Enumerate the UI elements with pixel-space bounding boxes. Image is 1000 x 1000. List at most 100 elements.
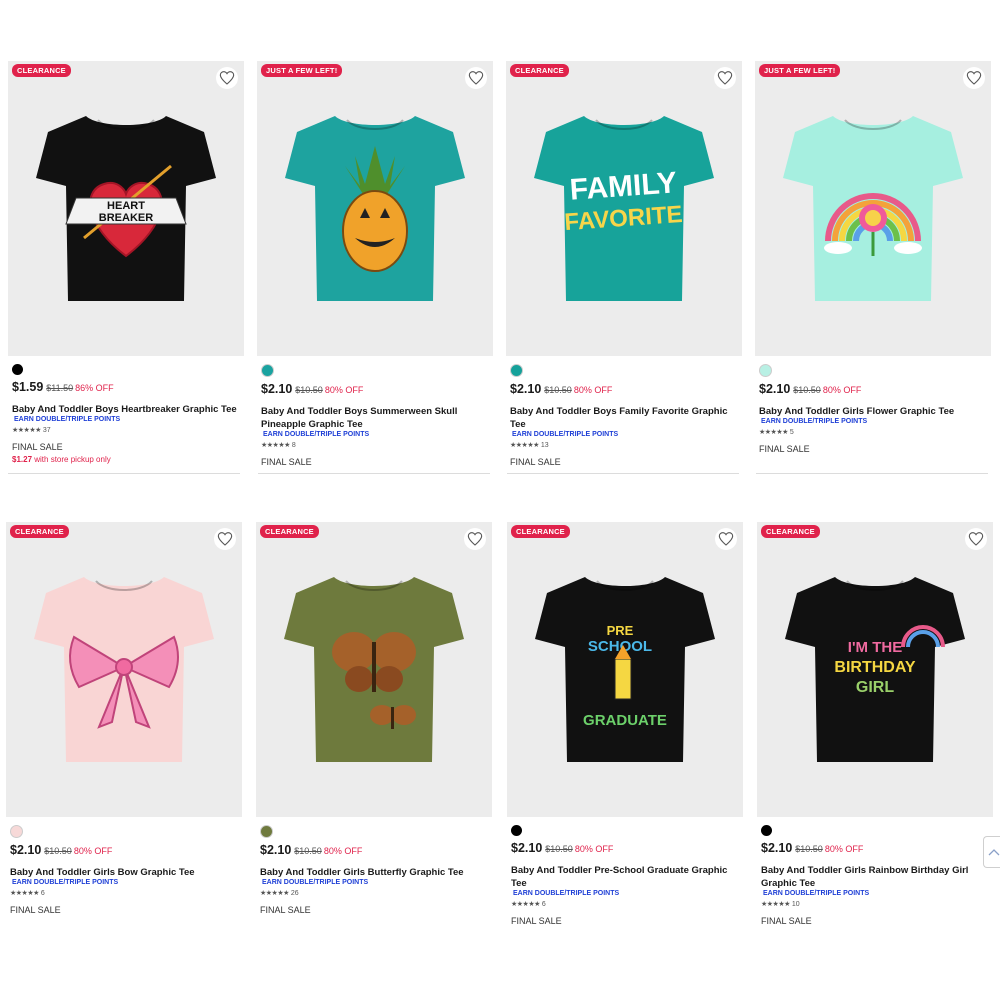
product-card[interactable]: CLEARANCE PRE SCHOOL GRADUATE $2.10 $10.50 80%…	[507, 522, 743, 926]
wishlist-heart-icon[interactable]	[715, 528, 737, 550]
product-card[interactable]: CLEARANCE I'M THE BIRTHDAY GIRL $2.10 $10.50 8…	[757, 522, 993, 926]
tshirt-image	[783, 116, 963, 301]
row-divider	[507, 473, 739, 474]
price-row: $2.10 $10.50 80% OFF	[10, 843, 242, 857]
status-badge: CLEARANCE	[511, 525, 570, 538]
rating: ★★★★★ 6	[10, 889, 242, 897]
product-title[interactable]: Baby And Toddler Girls Flower Graphic Te…	[759, 405, 984, 418]
product-image[interactable]: CLEARANCE HEART BREAKER	[8, 61, 244, 356]
tshirt-image	[34, 577, 214, 762]
points-promo[interactable]: EARN DOUBLE/TRIPLE POINTS	[512, 431, 742, 438]
wishlist-heart-icon[interactable]	[714, 67, 736, 89]
wishlist-heart-icon[interactable]	[963, 67, 985, 89]
wishlist-heart-icon[interactable]	[214, 528, 236, 550]
color-swatch[interactable]	[260, 825, 273, 838]
tshirt-image: PRESCHOOLGRADUATE	[535, 577, 715, 762]
product-image[interactable]: JUST A FEW LEFT!	[257, 61, 493, 356]
row-divider	[8, 473, 240, 474]
shirt-text: GRADUATE	[583, 712, 667, 729]
points-promo[interactable]: EARN DOUBLE/TRIPLE POINTS	[262, 879, 492, 886]
product-title[interactable]: Baby And Toddler Boys Heartbreaker Graph…	[12, 403, 237, 416]
rating: ★★★★★ 6	[511, 900, 743, 908]
original-price: $10.50	[295, 385, 323, 395]
scroll-to-top-button[interactable]	[983, 836, 1000, 868]
discount-percent: 80% OFF	[323, 846, 363, 856]
product-image[interactable]: CLEARANCE	[6, 522, 242, 817]
product-card[interactable]: JUST A FEW LEFT! $2.10 $10.50 80% OFF Baby A…	[257, 61, 493, 467]
shirt-text: PRE	[607, 623, 634, 638]
final-sale-label: FINAL SALE	[510, 457, 561, 467]
color-swatch[interactable]	[10, 825, 23, 838]
sale-price: $2.10	[10, 843, 42, 857]
tshirt-image	[284, 577, 464, 762]
final-sale-label: FINAL SALE	[260, 905, 311, 915]
color-swatch[interactable]	[759, 364, 772, 377]
product-title[interactable]: Baby And Toddler Boys Family Favorite Gr…	[510, 405, 735, 431]
color-swatch[interactable]	[261, 364, 274, 377]
wishlist-heart-icon[interactable]	[965, 528, 987, 550]
sale-price: $2.10	[260, 843, 292, 857]
star-rating-icon: ★★★★★	[12, 427, 41, 434]
product-card[interactable]: JUST A FEW LEFT! $2.10 $10.50 80% OFF Baby A…	[755, 61, 991, 454]
wishlist-heart-icon[interactable]	[464, 528, 486, 550]
price-row: $2.10 $10.50 80% OFF	[261, 382, 493, 396]
product-image[interactable]: JUST A FEW LEFT!	[755, 61, 991, 356]
product-card[interactable]: CLEARANCE FAMILY FAVORITE $2.10 $10.50 80% OF…	[506, 61, 742, 467]
final-sale-label: FINAL SALE	[12, 442, 63, 452]
points-promo[interactable]: EARN DOUBLE/TRIPLE POINTS	[513, 890, 743, 897]
color-swatch[interactable]	[761, 825, 772, 836]
price-row: $2.10 $10.50 80% OFF	[510, 382, 742, 396]
product-card[interactable]: CLEARANCE HEART BREAKER $1.59 $11.50 86% OFF B…	[8, 61, 244, 464]
price-row: $2.10 $10.50 80% OFF	[511, 841, 743, 855]
star-rating-icon: ★★★★★	[261, 442, 290, 449]
product-title[interactable]: Baby And Toddler Girls Butterfly Graphic…	[260, 866, 485, 879]
product-card[interactable]: CLEARANCE $2.10 $10.50 80% OFF Baby And Todd…	[6, 522, 242, 915]
product-card[interactable]: CLEARANCE $2.10 $10.50 80% OFF Baby And Todd…	[256, 522, 492, 915]
discount-percent: 86% OFF	[75, 383, 114, 393]
rating: ★★★★★ 37	[12, 426, 244, 434]
product-title[interactable]: Baby And Toddler Pre-School Graduate Gra…	[511, 864, 736, 890]
review-count: 26	[290, 890, 299, 897]
sale-price: $2.10	[261, 382, 293, 396]
product-title[interactable]: Baby And Toddler Boys Summerween Skull P…	[261, 405, 486, 431]
points-promo[interactable]: EARN DOUBLE/TRIPLE POINTS	[763, 890, 993, 897]
row-divider	[258, 473, 490, 474]
shirt-text: GIRL	[856, 679, 894, 696]
sale-price: $2.10	[761, 841, 793, 855]
product-image[interactable]: CLEARANCE	[256, 522, 492, 817]
star-rating-icon: ★★★★★	[510, 442, 539, 449]
final-sale-label: FINAL SALE	[10, 905, 61, 915]
sale-price: $1.59	[12, 380, 44, 394]
shirt-text: BREAKER	[99, 212, 153, 224]
tshirt-image: I'M THE BIRTHDAY GIRL	[785, 577, 965, 762]
product-title[interactable]: Baby And Toddler Girls Bow Graphic Tee	[10, 866, 235, 879]
color-swatch[interactable]	[510, 364, 523, 377]
rating: ★★★★★ 13	[510, 441, 742, 449]
wishlist-heart-icon[interactable]	[216, 67, 238, 89]
product-image[interactable]: CLEARANCE FAMILY FAVORITE	[506, 61, 742, 356]
shirt-text: HEART	[107, 200, 145, 212]
star-rating-icon: ★★★★★	[761, 901, 790, 908]
wishlist-heart-icon[interactable]	[465, 67, 487, 89]
discount-percent: 80% OFF	[824, 844, 864, 854]
points-promo[interactable]: EARN DOUBLE/TRIPLE POINTS	[761, 418, 991, 425]
shirt-text: I'M THE	[848, 639, 902, 656]
sale-price: $2.10	[511, 841, 543, 855]
product-image[interactable]: CLEARANCE I'M THE BIRTHDAY GIRL	[757, 522, 993, 817]
color-swatch[interactable]	[12, 364, 23, 375]
rating: ★★★★★ 8	[261, 441, 493, 449]
discount-percent: 80% OFF	[324, 385, 364, 395]
final-sale-label: FINAL SALE	[511, 916, 562, 926]
review-count: 6	[40, 890, 45, 897]
product-image[interactable]: CLEARANCE PRE SCHOOL GRADUATE	[507, 522, 743, 817]
points-promo[interactable]: EARN DOUBLE/TRIPLE POINTS	[12, 879, 242, 886]
price-row: $2.10 $10.50 80% OFF	[761, 841, 993, 855]
points-promo[interactable]: EARN DOUBLE/TRIPLE POINTS	[263, 431, 493, 438]
points-promo[interactable]: EARN DOUBLE/TRIPLE POINTS	[14, 416, 244, 423]
discount-percent: 80% OFF	[822, 385, 862, 395]
star-rating-icon: ★★★★★	[10, 890, 39, 897]
product-title[interactable]: Baby And Toddler Girls Rainbow Birthday …	[761, 864, 986, 890]
tshirt-image: FAMILYFAVORITE	[534, 116, 714, 301]
color-swatch[interactable]	[511, 825, 522, 836]
star-rating-icon: ★★★★★	[260, 890, 289, 897]
